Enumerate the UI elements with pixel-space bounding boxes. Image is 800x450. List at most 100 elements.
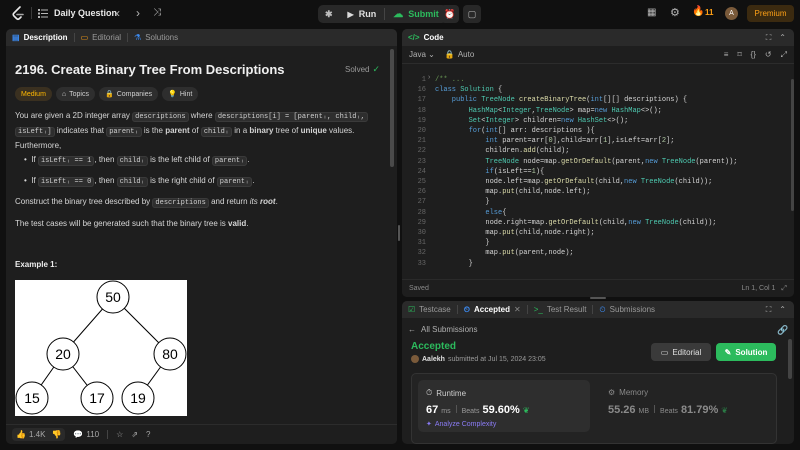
leetcode-logo-icon[interactable]: [11, 6, 25, 21]
help-icon[interactable]: ?: [146, 430, 150, 439]
fullscreen-icon[interactable]: ⤢: [781, 50, 787, 60]
horizontal-resize-handle[interactable]: [590, 297, 606, 299]
next-problem-icon[interactable]: ›: [136, 6, 140, 20]
run-button[interactable]: ▶ Run: [340, 5, 385, 23]
saved-status: Saved: [409, 285, 429, 292]
text: .: [275, 197, 278, 206]
layout-grid-icon[interactable]: ▦: [647, 7, 656, 18]
thumbs-down-icon[interactable]: 👎: [51, 430, 61, 439]
share-icon[interactable]: ⇗: [131, 430, 138, 439]
maximize-icon[interactable]: ⛶: [766, 33, 772, 43]
problem-list-icon[interactable]: [38, 9, 48, 18]
code-token: put: [502, 249, 515, 258]
code-token: put: [502, 229, 515, 237]
tree-node-label: 17: [89, 390, 105, 406]
tab-test-result[interactable]: >_ Test Result: [528, 301, 593, 318]
vertical-resize-handle[interactable]: [398, 225, 400, 241]
example-tree-image: 50 20 80 15 17 19: [15, 280, 187, 416]
avatar[interactable]: A: [725, 7, 738, 20]
comments-button[interactable]: 💬 110: [73, 430, 99, 439]
line-number: 27: [417, 198, 426, 207]
solution-button[interactable]: ✎ Solution: [716, 343, 776, 361]
code-token: int: [435, 137, 503, 146]
memory-header[interactable]: ⚙ Memory: [608, 388, 648, 397]
premium-button[interactable]: Premium: [747, 5, 794, 22]
streak-fire-icon[interactable]: 🔥: [692, 6, 704, 17]
settings-gear-icon[interactable]: ⚙: [670, 6, 680, 19]
debug-button[interactable]: ✱: [318, 5, 340, 23]
code-editor[interactable]: 1 ›/** ... 16 class Solution {17 public Tre…: [402, 72, 794, 297]
arrow-left-icon: ←: [408, 325, 416, 334]
tab-editorial[interactable]: ▭ Editorial: [75, 29, 127, 46]
checkbox-icon: ☑: [408, 305, 416, 314]
notes-icon[interactable]: ▢: [463, 5, 481, 23]
like-button[interactable]: 👍 1.4K 👎: [12, 428, 66, 441]
language-label: Java: [409, 50, 426, 59]
line-number: 32: [417, 249, 426, 258]
text: and return: [211, 197, 248, 206]
username[interactable]: Aalekh: [422, 356, 445, 363]
construct-paragraph: Construct the binary tree described by d…: [15, 195, 385, 210]
close-icon[interactable]: ✕: [514, 305, 521, 314]
expand-icon[interactable]: ⤢: [781, 285, 787, 293]
cursor-position: Ln 1, Col 1: [741, 284, 776, 292]
code-token: add: [523, 147, 536, 156]
code-token: map.: [435, 229, 503, 237]
line-number: 30: [417, 229, 426, 237]
problem-title[interactable]: 2196. Create Binary Tree From Descriptio…: [15, 62, 285, 77]
problem-list-title[interactable]: Daily Question: [54, 8, 117, 18]
code-token: map.: [435, 249, 503, 258]
runtime-card[interactable]: ⏱ Runtime 67 ms Beats 59.60% ❦ ✦ Analyze C…: [418, 380, 590, 432]
bookmark-icon[interactable]: ⌑: [737, 50, 741, 60]
bullet-list: • If isLeftᵢ == 1, then childᵢ is the le…: [24, 153, 384, 189]
scrollbar-thumb[interactable]: [390, 49, 394, 167]
reset-icon[interactable]: ↺: [765, 50, 772, 60]
text: Furthermore,: [15, 141, 62, 150]
code-token: (child));: [678, 218, 717, 227]
tab-solutions[interactable]: ⚗ Solutions: [128, 29, 184, 46]
chevron-up-icon[interactable]: ⌃: [779, 33, 786, 43]
alarm-icon[interactable]: ⏰: [441, 5, 459, 23]
tab-description[interactable]: ▤ Description: [6, 29, 74, 46]
code-token: TreeNode: [481, 96, 520, 105]
tab-code[interactable]: </> Code: [402, 29, 450, 46]
result-scrollbar[interactable]: [788, 339, 792, 379]
hint-button[interactable]: 💡 Hint: [162, 87, 199, 101]
format-icon[interactable]: ≡: [724, 50, 729, 60]
code-token: (parent,: [611, 157, 646, 166]
tag-icon: ⌂: [61, 90, 67, 98]
tab-label: Solutions: [145, 33, 179, 42]
tab-submissions[interactable]: ⏲ Submissions: [593, 301, 661, 318]
link-icon[interactable]: 🔗: [777, 325, 788, 336]
result-panel: ☑ Testcase ⏲ Accepted ✕ >_ Test Result ⏲ Subm…: [402, 301, 794, 444]
braces-icon[interactable]: {}: [751, 50, 756, 60]
maximize-icon[interactable]: ⛶: [766, 305, 772, 315]
companies-button[interactable]: 🔒 Companies: [98, 87, 159, 101]
topics-button[interactable]: ⌂ Topics: [55, 87, 95, 101]
submit-button[interactable]: ☁ Submit: [385, 5, 447, 23]
tab-testcase[interactable]: ☑ Testcase: [402, 301, 457, 318]
editor-scrollbar[interactable]: [791, 79, 794, 211]
chevron-down-icon: ⌄: [428, 50, 435, 59]
fold-chevron-icon[interactable]: ›: [428, 74, 430, 81]
code-token: new: [628, 218, 646, 227]
language-select[interactable]: Java ⌄: [409, 50, 435, 59]
text: .: [247, 155, 250, 164]
line-number: 29: [417, 218, 426, 227]
thumbs-up-icon: 👍: [16, 430, 26, 439]
code-token: TreeNode: [645, 218, 679, 227]
code-token: Solution: [460, 86, 499, 95]
memory-value: 55.26: [608, 404, 636, 416]
submit-label: Submit: [408, 9, 439, 19]
tab-label: Submissions: [609, 305, 656, 314]
chevron-up-icon[interactable]: ⌃: [779, 305, 786, 315]
analyze-complexity-link[interactable]: ✦ Analyze Complexity: [426, 420, 496, 429]
auto-mode[interactable]: 🔒 Auto: [445, 50, 474, 59]
shuffle-icon[interactable]: ⤨: [153, 7, 161, 18]
prev-problem-icon[interactable]: ‹: [116, 6, 120, 20]
editorial-button[interactable]: ▭ Editorial: [651, 343, 711, 361]
all-submissions-link[interactable]: ← All Submissions: [408, 325, 477, 334]
tab-accepted[interactable]: ⏲ Accepted ✕: [458, 301, 527, 318]
star-icon[interactable]: ☆: [116, 430, 123, 439]
text: where: [190, 111, 213, 120]
